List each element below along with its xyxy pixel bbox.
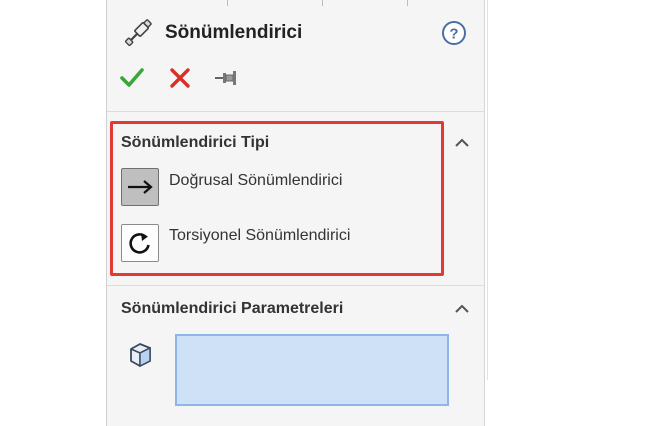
panel-header: Sönümlendirici ? [107,14,485,54]
help-icon[interactable]: ? [441,20,467,46]
torsional-damper-button[interactable] [121,224,159,262]
damper-type-group: Sönümlendirici Tipi Doğrusal Sönümlendir… [107,112,485,284]
ok-button[interactable] [117,62,147,94]
rotate-icon [129,233,150,254]
face-cube-icon [125,340,155,370]
pushpin-icon [215,71,236,85]
property-manager-panel: Sönümlendirici ? Sönümlendirici Tipi Doğ… [106,0,485,426]
option-torsional-damper[interactable]: Torsiyonel Sönümlendirici [121,224,441,262]
checkmark-icon [120,68,144,87]
cancel-button[interactable] [165,62,195,94]
torsional-damper-label: Torsiyonel Sönümlendirici [169,227,351,244]
selection-box[interactable] [175,334,449,406]
panel-tabs-strip [107,0,485,6]
linear-damper-label: Doğrusal Sönümlendirici [169,172,343,189]
svg-text:?: ? [449,26,458,43]
linear-damper-button[interactable] [121,168,159,206]
action-bar [107,62,485,98]
group-title-damper-type: Sönümlendirici Tipi [121,134,270,151]
arrow-right-icon [128,180,153,194]
pin-button[interactable] [211,62,241,94]
collapse-chevron-up-icon[interactable] [451,132,473,154]
collapse-chevron-up-icon[interactable] [451,298,473,320]
close-icon [170,68,190,88]
group-title-damper-params: Sönümlendirici Parametreleri [121,300,344,317]
damper-tool-icon [121,16,155,50]
panel-splitter[interactable] [487,0,488,380]
panel-right-border [484,0,485,426]
option-linear-damper[interactable]: Doğrusal Sönümlendirici [121,168,441,206]
panel-title: Sönümlendirici [165,22,303,43]
